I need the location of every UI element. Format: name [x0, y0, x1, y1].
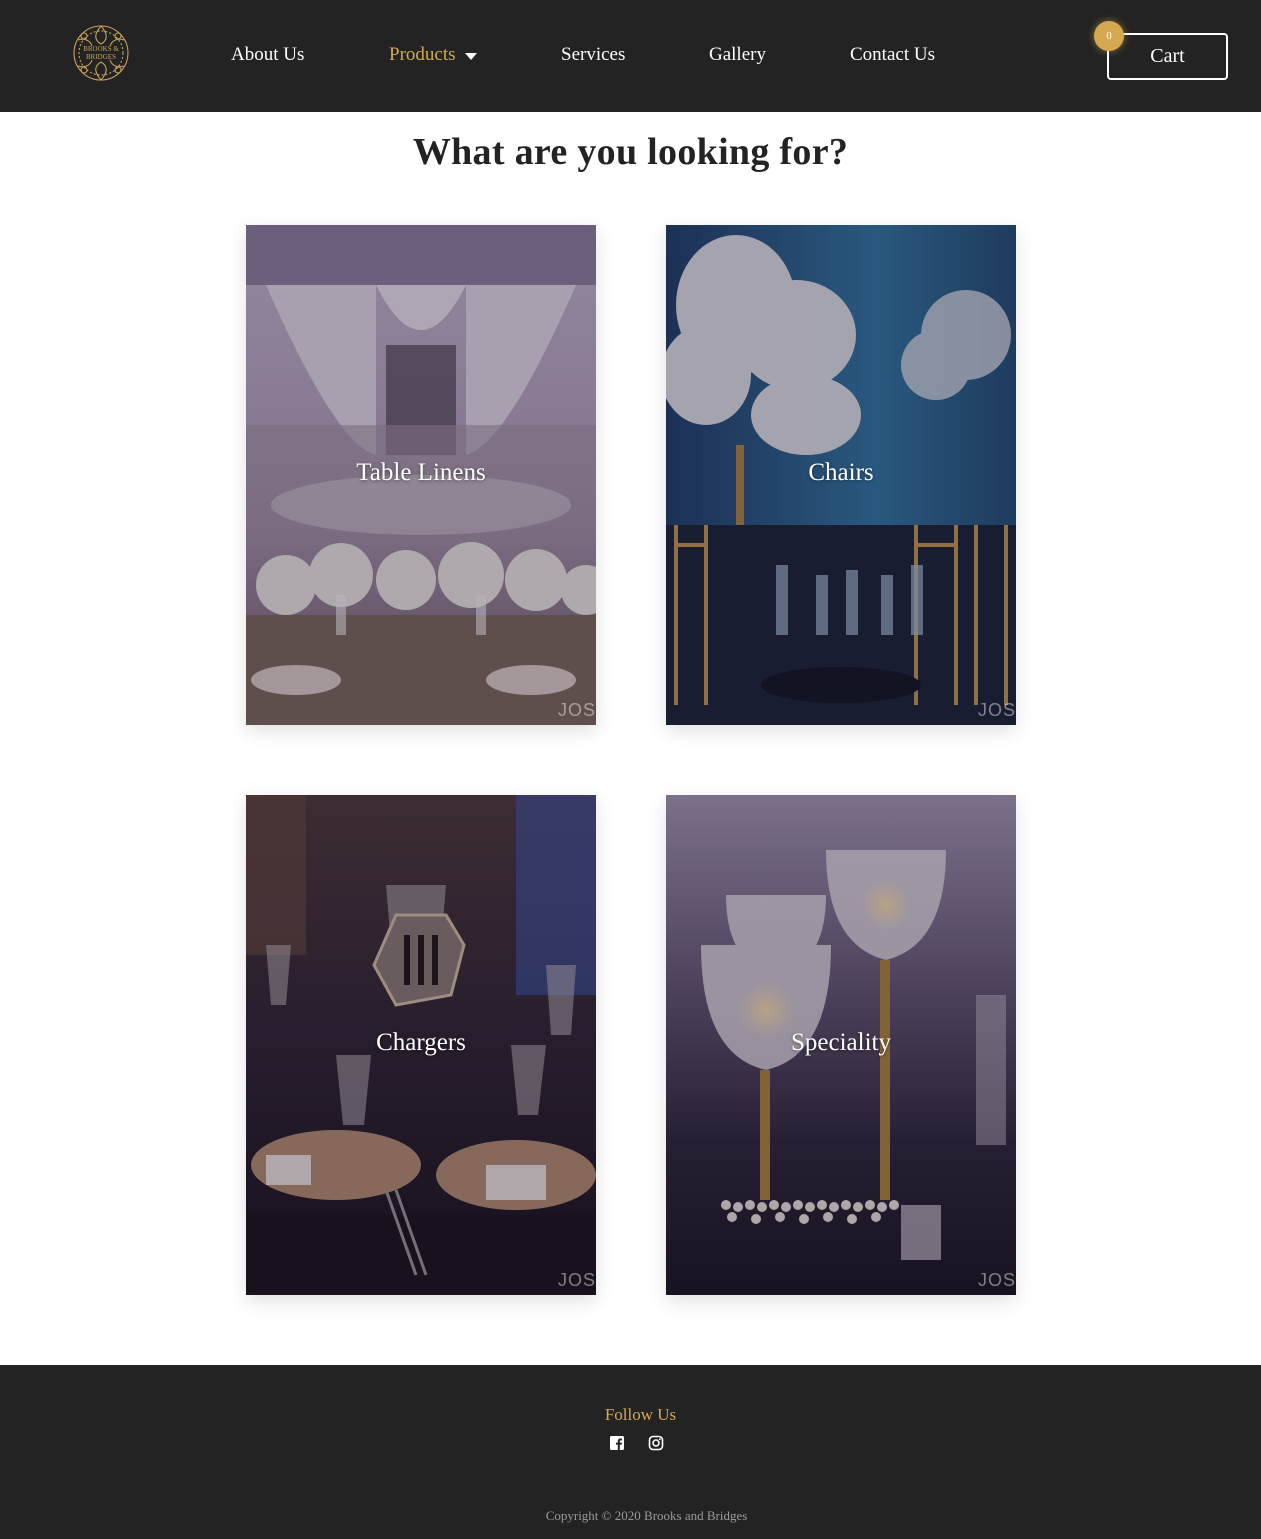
- facebook-icon[interactable]: [609, 1435, 625, 1451]
- follow-us-label: Follow Us: [604, 1405, 677, 1424]
- cart-count-badge: 0: [1094, 21, 1124, 51]
- site-footer: Follow Us Copyright © 2020 Brooks and Br…: [0, 1365, 1261, 1539]
- category-card-chairs[interactable]: Chairs JOS: [666, 225, 1016, 725]
- nav-about-us[interactable]: About Us: [231, 44, 304, 66]
- category-card-chargers[interactable]: Chargers JOS: [246, 795, 596, 1295]
- nav-products[interactable]: Products: [389, 44, 477, 66]
- category-card-speciality[interactable]: Speciality JOS: [666, 795, 1016, 1295]
- photo-watermark: JOS: [557, 700, 596, 720]
- copyright-text: Copyright © 2020 Brooks and Bridges: [545, 1508, 748, 1523]
- photo-watermark: JOS: [557, 1270, 596, 1290]
- svg-text:BRIDGES: BRIDGES: [86, 53, 116, 61]
- nav-products-label: Products: [389, 44, 456, 65]
- photo-watermark: JOS: [977, 1270, 1016, 1290]
- instagram-icon[interactable]: [648, 1435, 664, 1451]
- site-header: BROOKS & BRIDGES About Us Products Servi…: [0, 0, 1261, 112]
- logo-emblem-icon: BROOKS & BRIDGES: [73, 25, 129, 81]
- nav-services[interactable]: Services: [561, 44, 625, 66]
- brand-logo[interactable]: BROOKS & BRIDGES: [70, 22, 132, 84]
- nav-gallery[interactable]: Gallery: [709, 44, 766, 66]
- card-label-table-linens: Table Linens: [356, 459, 486, 486]
- nav-contact-us[interactable]: Contact Us: [850, 44, 935, 66]
- page-heading: What are you looking for?: [412, 131, 849, 173]
- card-label-speciality: Speciality: [791, 1029, 891, 1056]
- svg-text:BROOKS &: BROOKS &: [83, 45, 119, 53]
- chevron-down-icon: [464, 52, 477, 60]
- photo-watermark: JOS: [977, 700, 1016, 720]
- card-label-chairs: Chairs: [808, 459, 874, 486]
- cart-button[interactable]: Cart: [1107, 33, 1228, 80]
- card-label-chargers: Chargers: [376, 1029, 466, 1056]
- category-card-table-linens[interactable]: Table Linens JOS: [246, 225, 596, 725]
